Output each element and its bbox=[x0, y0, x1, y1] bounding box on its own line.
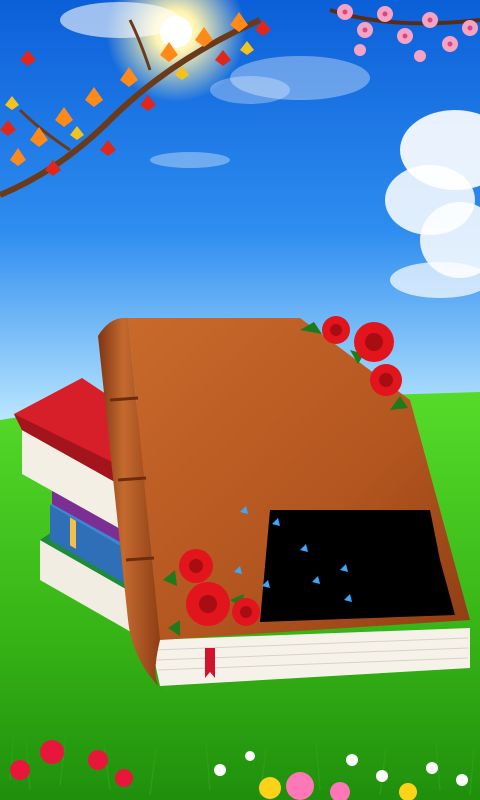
scene-svg bbox=[0, 0, 480, 800]
wallpaper-scene bbox=[0, 0, 480, 800]
